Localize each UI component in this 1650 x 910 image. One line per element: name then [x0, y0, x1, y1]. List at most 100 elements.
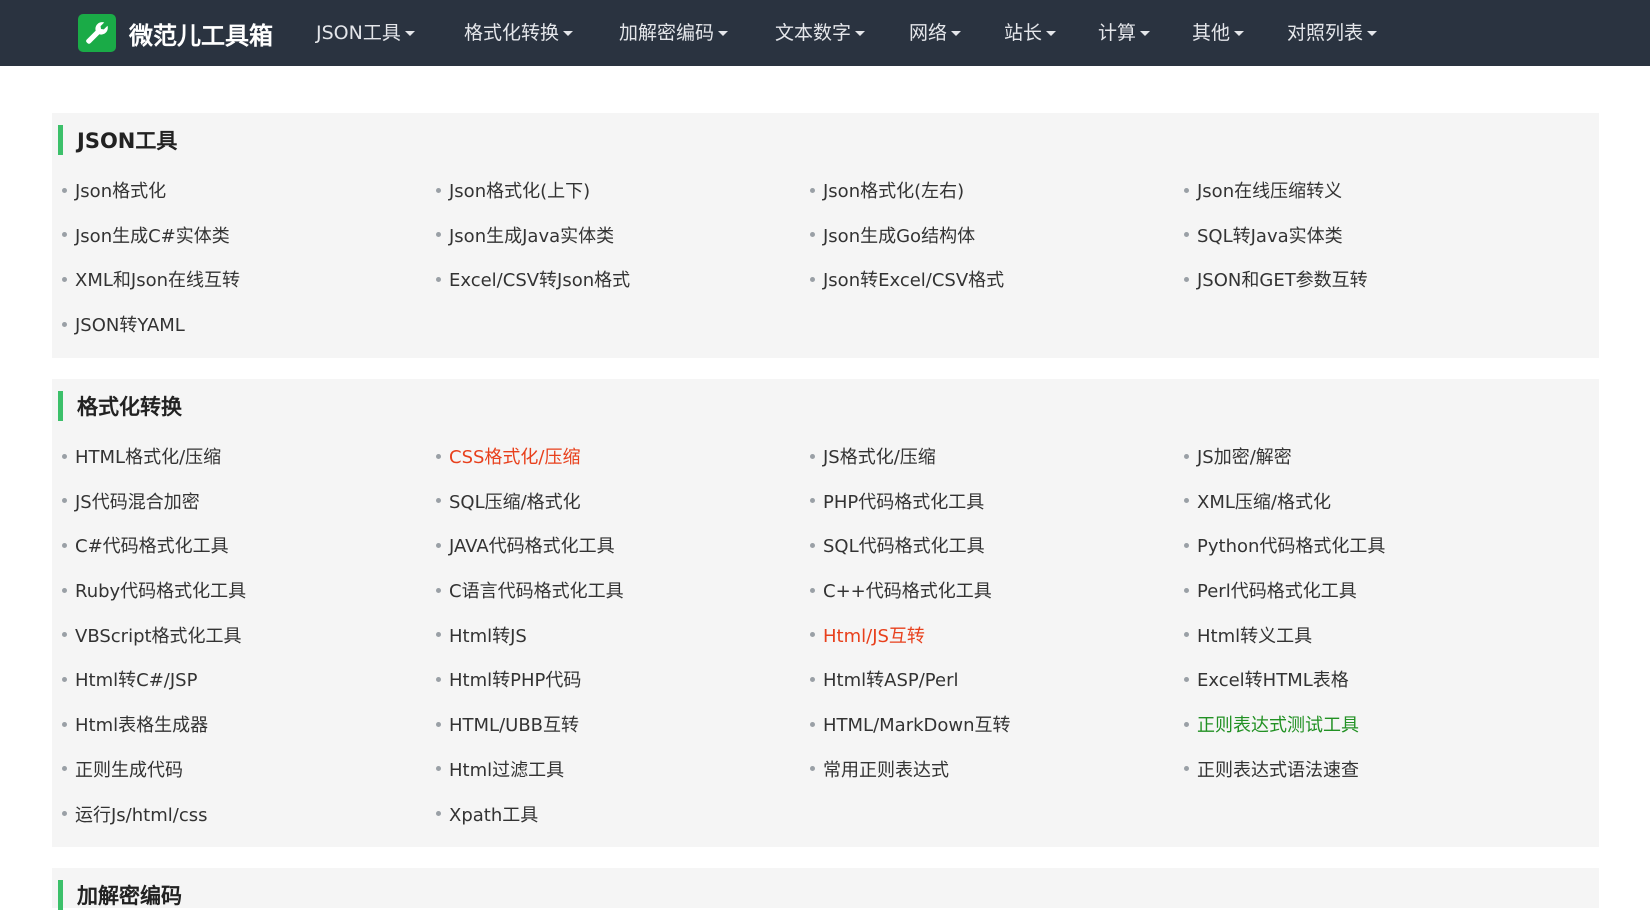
- tool-list-item: XML压缩/格式化: [1184, 486, 1558, 516]
- tool-list-item: JSON和GET参数互转: [1184, 264, 1558, 294]
- tool-link[interactable]: CSS格式化/压缩: [449, 443, 580, 469]
- caret-down-icon: [1046, 31, 1057, 36]
- tool-link[interactable]: XML压缩/格式化: [1197, 488, 1331, 514]
- tool-link[interactable]: Html过滤工具: [449, 756, 564, 782]
- tool-link[interactable]: VBScript格式化工具: [75, 622, 242, 648]
- tool-link[interactable]: 常用正则表达式: [823, 756, 949, 782]
- bullet-dot-icon: [1184, 766, 1189, 772]
- tool-list-item: Json格式化(左右): [810, 175, 1184, 205]
- nav-network[interactable]: 网络: [909, 0, 962, 66]
- tool-link[interactable]: HTML/UBB互转: [449, 711, 579, 737]
- tool-list-item: Json生成Java实体类: [436, 220, 810, 250]
- tool-link[interactable]: C#代码格式化工具: [75, 532, 229, 558]
- bullet-dot-icon: [62, 276, 67, 282]
- tool-list-item: JS加密/解密: [1184, 441, 1558, 471]
- nav-webmaster[interactable]: 站长: [1004, 0, 1057, 66]
- tool-link[interactable]: Html转JS: [449, 622, 527, 648]
- tool-link[interactable]: HTML格式化/压缩: [75, 443, 221, 469]
- tool-link[interactable]: JS代码混合加密: [75, 488, 200, 514]
- tool-link[interactable]: Html表格生成器: [75, 711, 208, 737]
- nav-label: 对照列表: [1287, 22, 1364, 44]
- nav-label: JSON工具: [316, 22, 401, 44]
- tool-link[interactable]: JAVA代码格式化工具: [449, 532, 615, 558]
- tool-list-item: Json格式化: [62, 175, 436, 205]
- section-accent-bar: [58, 880, 63, 910]
- tool-link[interactable]: Json格式化: [75, 177, 166, 203]
- tool-list-item: Html过滤工具: [436, 754, 810, 784]
- tool-link[interactable]: Html/JS互转: [823, 622, 925, 648]
- tool-link[interactable]: 正则表达式测试工具: [1197, 711, 1359, 737]
- bullet-dot-icon: [62, 721, 67, 727]
- tool-link[interactable]: Html转ASP/Perl: [823, 666, 958, 692]
- tool-list-item: Html转PHP代码: [436, 664, 810, 694]
- tool-link[interactable]: 正则表达式语法速查: [1197, 756, 1359, 782]
- tool-link[interactable]: Html转义工具: [1197, 622, 1312, 648]
- tool-link[interactable]: JS加密/解密: [1197, 443, 1292, 469]
- section-title: JSON工具: [77, 129, 178, 153]
- tool-link[interactable]: PHP代码格式化工具: [823, 488, 984, 514]
- tool-link[interactable]: 正则生成代码: [75, 756, 183, 782]
- tool-link[interactable]: Json生成Java实体类: [449, 222, 614, 248]
- section-format-convert: 格式化转换 HTML格式化/压缩 CSS格式化/压缩 JS格式化/压缩 JS加密/解…: [52, 379, 1599, 847]
- bullet-dot-icon: [436, 587, 441, 593]
- tool-link[interactable]: HTML/MarkDown互转: [823, 711, 1011, 737]
- bullet-dot-icon: [1184, 542, 1189, 548]
- tool-link[interactable]: Excel/CSV转Json格式: [449, 266, 630, 292]
- nav-encrypt-encode[interactable]: 加解密编码: [619, 0, 729, 66]
- nav-other[interactable]: 其他: [1192, 0, 1245, 66]
- brand-link[interactable]: 微范儿工具箱: [78, 14, 273, 52]
- tool-link[interactable]: C++代码格式化工具: [823, 577, 992, 603]
- tool-link[interactable]: JS格式化/压缩: [823, 443, 936, 469]
- tool-list-item: CSS格式化/压缩: [436, 441, 810, 471]
- tool-link[interactable]: SQL转Java实体类: [1197, 222, 1343, 248]
- caret-down-icon: [1234, 31, 1245, 36]
- tool-link[interactable]: Json格式化(左右): [823, 177, 964, 203]
- bullet-dot-icon: [1184, 587, 1189, 593]
- tool-link[interactable]: Ruby代码格式化工具: [75, 577, 246, 603]
- tool-list-item: HTML/UBB互转: [436, 709, 810, 739]
- tool-link[interactable]: Xpath工具: [449, 801, 538, 827]
- caret-down-icon: [718, 31, 729, 36]
- bullet-dot-icon: [810, 766, 815, 772]
- tool-link[interactable]: Json生成C#实体类: [75, 222, 230, 248]
- bullet-dot-icon: [62, 811, 67, 816]
- tool-list-item: Json转Excel/CSV格式: [810, 264, 1184, 294]
- nav-calculate[interactable]: 计算: [1098, 0, 1151, 66]
- tool-link[interactable]: JSON转YAML: [75, 311, 185, 337]
- tool-link[interactable]: Html转PHP代码: [449, 666, 581, 692]
- tool-link[interactable]: Json格式化(上下): [449, 177, 590, 203]
- tool-list-item: Json生成Go结构体: [810, 220, 1184, 250]
- caret-down-icon: [1140, 31, 1151, 36]
- tool-link[interactable]: Html转C#/JSP: [75, 666, 197, 692]
- tool-list-item: VBScript格式化工具: [62, 620, 436, 650]
- nav-format-convert[interactable]: 格式化转换: [464, 0, 574, 66]
- tool-list-item: JSON转YAML: [62, 309, 436, 339]
- tool-list-item: Json在线压缩转义: [1184, 175, 1558, 205]
- bullet-dot-icon: [436, 232, 441, 238]
- bullet-dot-icon: [1184, 187, 1189, 193]
- tool-list-item: 正则生成代码: [62, 754, 436, 784]
- section-encrypt-encode: 加解密编码: [52, 868, 1599, 910]
- tool-list-item: Html转C#/JSP: [62, 664, 436, 694]
- bullet-dot-icon: [1184, 453, 1189, 459]
- caret-down-icon: [563, 31, 574, 36]
- tool-link[interactable]: Json在线压缩转义: [1197, 177, 1342, 203]
- nav-text-number[interactable]: 文本数字: [775, 0, 866, 66]
- bullet-dot-icon: [810, 676, 815, 682]
- tool-link[interactable]: Json生成Go结构体: [823, 222, 975, 248]
- tool-link[interactable]: Perl代码格式化工具: [1197, 577, 1357, 603]
- tool-link[interactable]: XML和Json在线互转: [75, 266, 240, 292]
- tool-link[interactable]: Excel转HTML表格: [1197, 666, 1349, 692]
- tool-link[interactable]: SQL压缩/格式化: [449, 488, 581, 514]
- nav-reference-list[interactable]: 对照列表: [1287, 0, 1378, 66]
- tool-list-item: SQL转Java实体类: [1184, 220, 1558, 250]
- tool-link[interactable]: JSON和GET参数互转: [1197, 266, 1368, 292]
- nav-json-tools[interactable]: JSON工具: [316, 0, 415, 66]
- tool-list-item: 常用正则表达式: [810, 754, 1184, 784]
- tool-link[interactable]: SQL代码格式化工具: [823, 532, 985, 558]
- tool-link[interactable]: C语言代码格式化工具: [449, 577, 624, 603]
- tool-link[interactable]: Json转Excel/CSV格式: [823, 266, 1004, 292]
- tool-link[interactable]: 运行Js/html/css: [75, 801, 207, 827]
- section-accent-bar: [58, 125, 63, 155]
- tool-link[interactable]: Python代码格式化工具: [1197, 532, 1385, 558]
